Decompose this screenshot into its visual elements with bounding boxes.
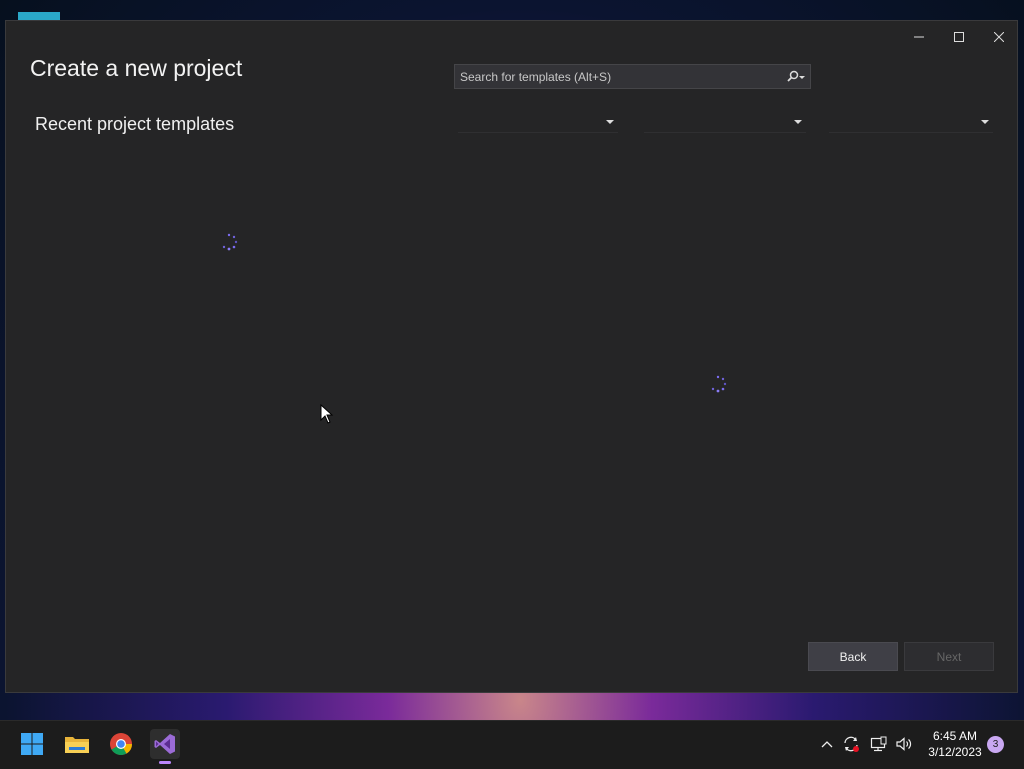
- show-hidden-icons-button[interactable]: [817, 733, 837, 755]
- maximize-icon: [954, 32, 964, 42]
- project-type-filter-dropdown[interactable]: [829, 111, 993, 133]
- network-icon: [870, 736, 887, 752]
- chrome-button[interactable]: [106, 729, 136, 759]
- recent-templates-heading: Recent project templates: [35, 114, 235, 134]
- file-explorer-icon: [65, 737, 89, 753]
- platform-filter-dropdown[interactable]: [644, 111, 806, 133]
- notification-badge[interactable]: 3: [987, 736, 1004, 753]
- page-title: Create a new project: [30, 55, 243, 81]
- maximize-button[interactable]: [940, 25, 978, 49]
- next-button[interactable]: Next: [904, 642, 994, 671]
- file-explorer-button[interactable]: [62, 729, 92, 759]
- sync-icon: [844, 736, 859, 752]
- language-filter-dropdown[interactable]: [458, 111, 618, 133]
- visual-studio-button[interactable]: [150, 729, 180, 764]
- visual-studio-icon: [154, 734, 175, 754]
- network-tray-button[interactable]: [869, 733, 889, 755]
- template-search-input[interactable]: [455, 64, 780, 89]
- system-clock[interactable]: 6:45 AM 3/12/2023: [920, 728, 990, 760]
- chevron-down-icon: [606, 119, 614, 124]
- close-icon: [994, 32, 1004, 42]
- sync-tray-button[interactable]: [841, 733, 861, 755]
- chevron-down-icon: [981, 119, 989, 124]
- mouse-cursor-icon: [320, 404, 334, 424]
- chevron-down-icon: [794, 119, 802, 124]
- start-button[interactable]: [17, 729, 47, 759]
- clock-date: 3/12/2023: [928, 745, 982, 759]
- taskbar: 6:45 AM 3/12/2023 3: [0, 720, 1024, 769]
- minimize-icon: [914, 36, 924, 38]
- template-search-box[interactable]: [454, 64, 811, 89]
- minimize-button[interactable]: [900, 25, 938, 49]
- back-button[interactable]: Back: [808, 642, 898, 671]
- active-app-indicator: [159, 761, 171, 764]
- recent-templates-loading-spinner: [222, 233, 238, 251]
- template-list-loading-spinner: [711, 375, 727, 393]
- chrome-icon: [110, 733, 132, 755]
- chevron-up-icon: [821, 741, 833, 748]
- search-icon: [787, 70, 805, 82]
- close-button[interactable]: [980, 25, 1018, 49]
- speaker-icon: [896, 737, 912, 751]
- clock-time: 6:45 AM: [932, 729, 978, 743]
- start-icon: [21, 733, 43, 755]
- create-project-dialog: Create a new project Recent project temp…: [5, 20, 1018, 693]
- search-options-button[interactable]: [780, 65, 810, 88]
- volume-tray-button[interactable]: [894, 733, 914, 755]
